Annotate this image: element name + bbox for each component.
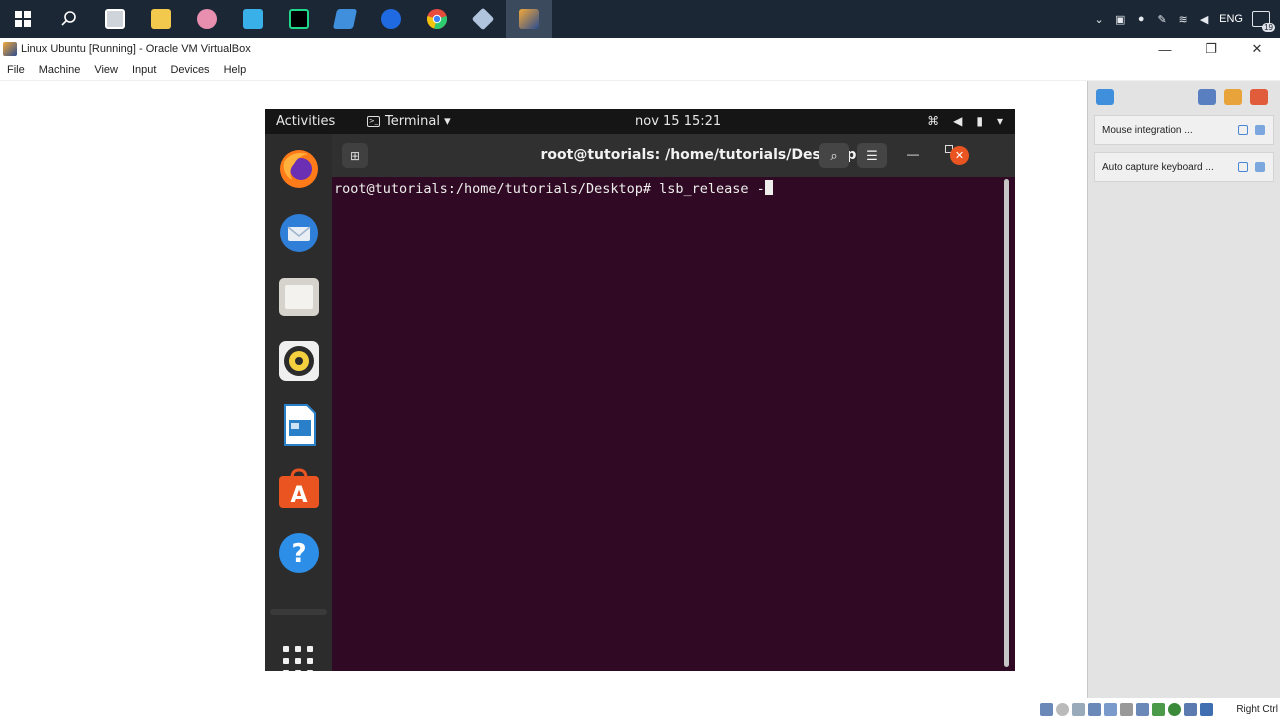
auto-capture-keyboard-label: Auto capture keyboard ...: [1102, 161, 1214, 173]
usb-icon[interactable]: [1104, 703, 1117, 716]
terminal-line: root@tutorials:/home/tutorials/Desktop# …: [334, 180, 773, 197]
virtualization-icon[interactable]: [1168, 703, 1181, 716]
webex-icon[interactable]: [368, 0, 414, 38]
svg-text:?: ?: [291, 539, 306, 569]
typed-command: lsb_release -: [659, 181, 765, 197]
close-button[interactable]: ✕: [950, 146, 969, 165]
window-title: Linux Ubuntu [Running] - Oracle VM Virtu…: [21, 43, 251, 55]
gnome-top-bar: Activities >_ Terminal ▾ nov 15 15:21 ⌘ …: [265, 109, 1015, 134]
menu-devices[interactable]: Devices: [170, 64, 209, 76]
screenshot-tool-icon[interactable]: [92, 0, 138, 38]
panel-close-icon[interactable]: [1250, 89, 1268, 105]
menu-file[interactable]: File: [7, 64, 25, 76]
terminal-body[interactable]: root@tutorials:/home/tutorials/Desktop# …: [332, 177, 1015, 671]
status-icons: [1040, 703, 1213, 716]
mouse-integration-row[interactable]: Mouse integration ...: [1094, 115, 1274, 145]
keyboard-icon[interactable]: [1200, 703, 1213, 716]
pycharm-icon[interactable]: [276, 0, 322, 38]
notification-icon[interactable]: 19: [1252, 11, 1275, 32]
panel-settings-icon[interactable]: [1224, 89, 1242, 105]
libreoffice-writer-icon[interactable]: [277, 403, 321, 447]
recording-icon[interactable]: [1152, 703, 1165, 716]
shared-folders-icon[interactable]: [1120, 703, 1133, 716]
display-icon[interactable]: [1136, 703, 1149, 716]
network-icon[interactable]: [1088, 703, 1101, 716]
azure-data-studio-icon[interactable]: [230, 0, 276, 38]
terminal-icon: >_: [367, 116, 380, 127]
chevron-down-icon: ▾: [996, 114, 1003, 128]
minimize-button[interactable]: —: [907, 147, 919, 161]
mouse-integration-label: Mouse integration ...: [1102, 124, 1193, 136]
menu-input[interactable]: Input: [132, 64, 156, 76]
virtualbox-taskbar-icon[interactable]: [506, 0, 552, 38]
terminal-header-bar: ⊞ root@tutorials: /home/tutorials/Deskto…: [332, 134, 1015, 177]
host-key-label: Right Ctrl: [1236, 704, 1278, 715]
system-tray: ⌄ ▣ ● ✎ ≋ ◀ ENG 19: [1093, 0, 1280, 38]
dismiss-icon[interactable]: [1255, 162, 1265, 172]
show-applications-icon[interactable]: [283, 646, 313, 671]
audio-icon[interactable]: [1072, 703, 1085, 716]
powershell-icon[interactable]: [322, 0, 368, 38]
menu-view[interactable]: View: [94, 64, 118, 76]
chevron-up-icon[interactable]: ⌄: [1093, 13, 1105, 26]
network-icon: ⌘: [927, 114, 940, 128]
speaker-icon[interactable]: ◀: [1198, 13, 1210, 26]
battery-icon: ▮: [976, 114, 983, 128]
menu-help[interactable]: Help: [224, 64, 247, 76]
cursor: [764, 180, 773, 195]
virtualbox-3d-icon[interactable]: [460, 0, 506, 38]
chrome-icon[interactable]: [414, 0, 460, 38]
files-icon[interactable]: [277, 275, 321, 319]
pen-icon[interactable]: ✎: [1156, 13, 1168, 26]
vbox-menu-bar: File Machine View Input Devices Help: [0, 60, 1280, 80]
svg-text:A: A: [290, 483, 307, 508]
language-indicator[interactable]: ENG: [1219, 13, 1243, 25]
firefox-icon[interactable]: [277, 147, 321, 191]
prompt: root@tutorials:/home/tutorials/Desktop#: [334, 181, 660, 197]
clock[interactable]: nov 15 15:21: [635, 114, 721, 129]
panel-action-icon[interactable]: [1198, 89, 1216, 105]
terminal-scrollbar[interactable]: [1004, 179, 1009, 667]
search-icon[interactable]: ⌕: [819, 143, 849, 168]
activities-button[interactable]: Activities: [276, 114, 335, 129]
menu-machine[interactable]: Machine: [39, 64, 81, 76]
ubuntu-software-icon[interactable]: A: [277, 467, 321, 511]
notification-count: 19: [1262, 23, 1275, 32]
close-button[interactable]: ✕: [1234, 38, 1280, 60]
dismiss-icon[interactable]: [1255, 125, 1265, 135]
optical-drive-icon[interactable]: [1056, 703, 1069, 716]
panel-toggle-icon[interactable]: [1096, 89, 1114, 105]
app-menu[interactable]: >_ Terminal ▾: [367, 114, 451, 129]
help-icon[interactable]: ?: [277, 531, 321, 575]
info-icon[interactable]: [1238, 162, 1248, 172]
microphone-icon[interactable]: ●: [1135, 13, 1147, 25]
search-icon[interactable]: [46, 0, 92, 38]
minimize-button[interactable]: —: [1142, 38, 1188, 60]
volume-icon: ◀: [953, 114, 963, 128]
wifi-icon[interactable]: ≋: [1177, 13, 1189, 26]
app-menu-label: Terminal ▾: [385, 114, 451, 129]
hard-disk-icon[interactable]: [1040, 703, 1053, 716]
windows-start-icon[interactable]: [0, 0, 46, 38]
hamburger-menu-icon[interactable]: ☰: [857, 143, 887, 168]
device-icon[interactable]: ▣: [1114, 13, 1126, 26]
file-explorer-icon[interactable]: [138, 0, 184, 38]
vbox-status-bar: Right Ctrl: [0, 700, 1280, 720]
virtualbox-logo-icon: [3, 42, 17, 56]
thunderbird-icon[interactable]: [277, 211, 321, 255]
panel-toolbar: [1088, 81, 1280, 114]
vbox-title-bar: Linux Ubuntu [Running] - Oracle VM Virtu…: [0, 38, 1280, 60]
vbox-notification-panel: Mouse integration ... Auto capture keybo…: [1087, 81, 1280, 698]
guest-screen[interactable]: Activities >_ Terminal ▾ nov 15 15:21 ⌘ …: [265, 109, 1015, 671]
info-icon[interactable]: [1238, 125, 1248, 135]
mouse-icon[interactable]: [1184, 703, 1197, 716]
dock-separator: [270, 609, 327, 615]
auto-capture-keyboard-row[interactable]: Auto capture keyboard ...: [1094, 152, 1274, 182]
windows-taskbar: ⌄ ▣ ● ✎ ≋ ◀ ENG 19: [0, 0, 1280, 38]
brain-app-icon[interactable]: [184, 0, 230, 38]
system-menu[interactable]: ⌘ ◀ ▮ ▾: [927, 114, 1003, 128]
rhythmbox-icon[interactable]: [277, 339, 321, 383]
restore-button[interactable]: ❐: [1188, 38, 1234, 60]
dock: A ?: [265, 134, 332, 671]
